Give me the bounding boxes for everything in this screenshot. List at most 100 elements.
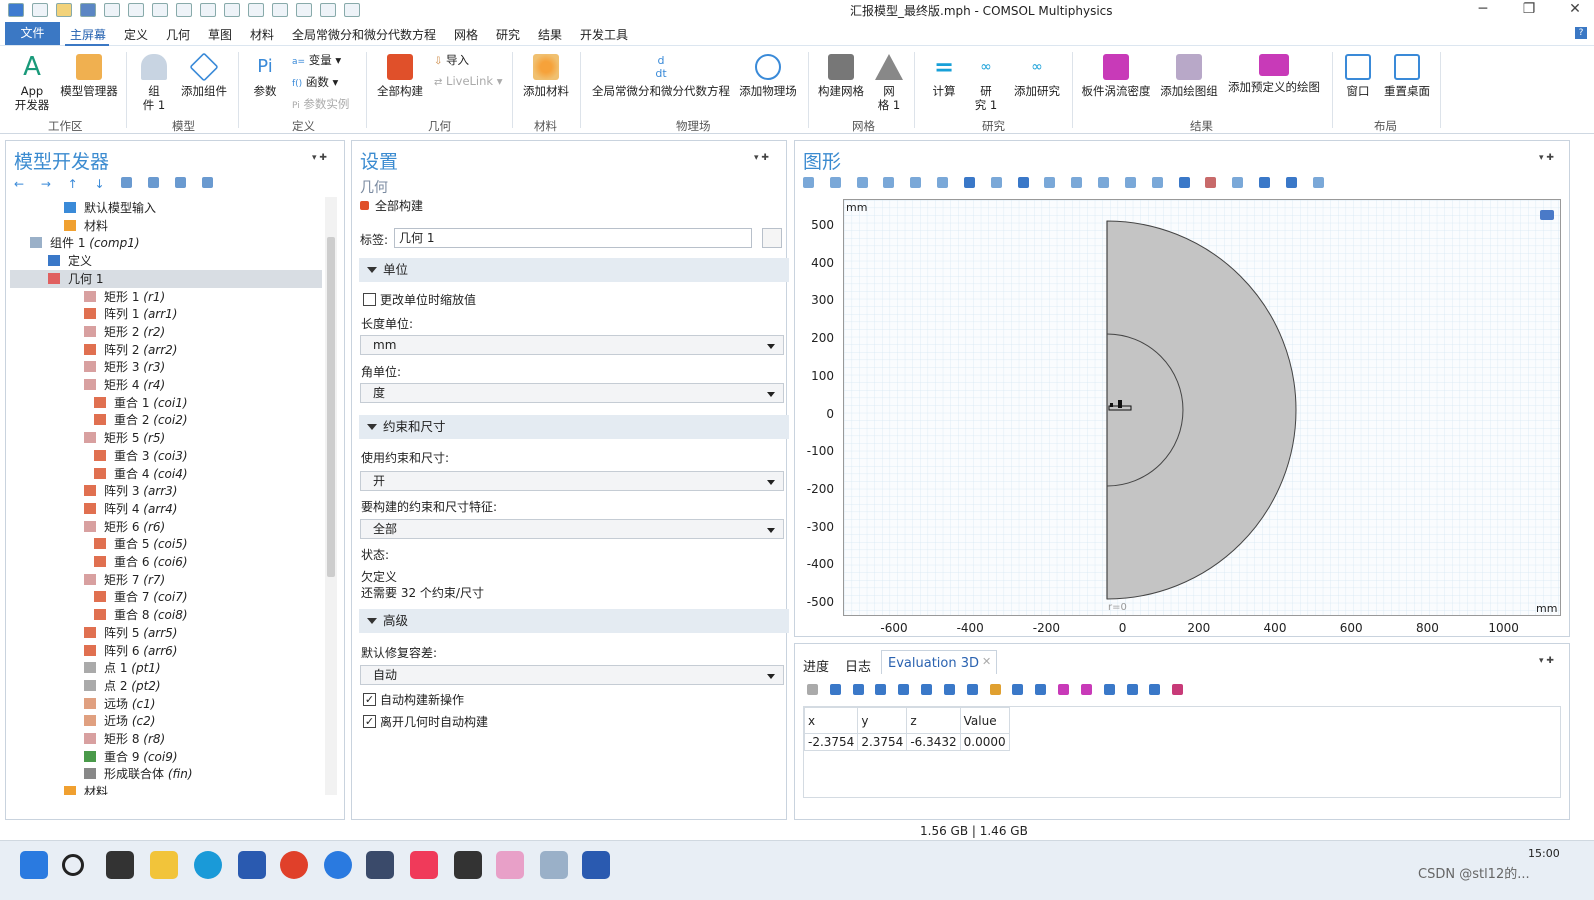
delete-table-icon[interactable]: [1012, 684, 1024, 695]
tree-item[interactable]: 阵列 5 (arr5): [84, 624, 177, 642]
full-table-icon[interactable]: [1149, 684, 1161, 695]
length-unit-select[interactable]: mm: [360, 335, 784, 355]
tree-item[interactable]: 重合 2 (coi2): [94, 411, 188, 429]
label-reset-icon[interactable]: [762, 228, 782, 248]
tree-item[interactable]: 远场 (c1): [84, 695, 155, 713]
back-icon[interactable]: ←: [14, 177, 25, 191]
graphics-canvas[interactable]: mm r=0 mm: [843, 199, 1561, 616]
mesh1-button[interactable]: 网 格 1: [872, 54, 906, 112]
menu-sketch[interactable]: 草图: [208, 26, 232, 43]
tree-item[interactable]: 点 1 (pt1): [84, 659, 161, 677]
duplicate-icon[interactable]: [248, 3, 264, 17]
tab-progress[interactable]: 进度: [803, 656, 829, 675]
tree-scrollbar[interactable]: [325, 197, 337, 795]
menu-home[interactable]: 主屏幕: [70, 26, 106, 43]
tree-item[interactable]: 矩形 1 (r1): [84, 288, 165, 306]
tree-item[interactable]: 重合 5 (coi5): [94, 535, 188, 553]
engineering-icon[interactable]: [898, 684, 910, 695]
save-as-icon[interactable]: [104, 3, 120, 17]
tab-evaluation-3d[interactable]: Evaluation 3D ✕: [881, 650, 997, 674]
model-manager-button[interactable]: 模型管理器: [58, 54, 120, 98]
new-icon[interactable]: [32, 3, 48, 17]
component-button[interactable]: 组 件 1: [136, 54, 172, 112]
delete-icon[interactable]: [272, 3, 288, 17]
tree-item[interactable]: 阵列 2 (arr2): [84, 341, 177, 359]
zy-app-icon[interactable]: [454, 851, 482, 879]
tree-item[interactable]: 矩形 6 (r6): [84, 518, 165, 536]
reset-desktop-button[interactable]: 重置桌面: [1380, 54, 1434, 98]
auto-build-new-checkbox[interactable]: ✓: [363, 693, 376, 706]
view-cube-icon[interactable]: [1540, 210, 1554, 220]
tree-item[interactable]: 重合 8 (coi8): [94, 606, 188, 624]
study-button[interactable]: ∞ 研 究 1: [966, 54, 1006, 112]
select-icon[interactable]: [296, 3, 312, 17]
functions-button[interactable]: f() 函数 ▾: [292, 74, 338, 90]
tree-item[interactable]: 阵列 6 (arr6): [84, 642, 177, 660]
param-instance-button[interactable]: Pi 参数实例: [292, 96, 349, 112]
close-tab-icon[interactable]: ✕: [982, 655, 991, 668]
minimize-button[interactable]: ─: [1460, 0, 1506, 20]
scrollbar-thumb[interactable]: [327, 237, 335, 577]
features-select[interactable]: 全部: [360, 519, 784, 539]
compute-button[interactable]: = 计算: [924, 54, 964, 98]
decimal-icon[interactable]: [921, 684, 933, 695]
use-constraints-select[interactable]: 开: [360, 471, 784, 491]
file-explorer-icon[interactable]: [150, 851, 178, 879]
tree-item[interactable]: 材料: [64, 217, 108, 235]
panel-menu-icon[interactable]: ▾ ✚: [1539, 153, 1554, 163]
select-boundaries-icon[interactable]: [1017, 177, 1029, 188]
add-predefined-plot-button[interactable]: 添加预定义的绘图: [1224, 54, 1324, 94]
forward-icon[interactable]: →: [41, 177, 52, 191]
build-all-button[interactable]: 全部构建: [374, 54, 426, 98]
menu-developer[interactable]: 开发工具: [580, 26, 628, 43]
tree-item[interactable]: 矩形 2 (r2): [84, 323, 165, 341]
advanced-section[interactable]: 高级: [359, 609, 789, 633]
snapshot-icon[interactable]: [1285, 177, 1297, 188]
windows-button[interactable]: 窗口: [1340, 54, 1376, 98]
select-box-icon[interactable]: [1044, 177, 1056, 188]
geometry-plot[interactable]: [844, 200, 1561, 616]
tree-item[interactable]: 重合 3 (coi3): [94, 447, 188, 465]
auto-format-icon[interactable]: [852, 684, 864, 695]
tree-item[interactable]: 重合 6 (coi6): [94, 553, 188, 571]
menu-geometry[interactable]: 几何: [166, 26, 190, 43]
tree-item[interactable]: 阵列 1 (arr1): [84, 305, 177, 323]
livelink-button[interactable]: ⇄ LiveLink ▾: [434, 74, 503, 88]
table-graph-icon[interactable]: [1035, 684, 1047, 695]
add-material-button[interactable]: 添加材料: [520, 54, 572, 98]
app-blue-icon[interactable]: [324, 851, 352, 879]
table-cell[interactable]: 0.0000: [959, 733, 1010, 751]
app-developer-button[interactable]: A App 开发器: [12, 54, 52, 112]
select-objects-icon[interactable]: [963, 177, 975, 188]
tree-item[interactable]: 几何 1: [10, 269, 322, 288]
globe-icon[interactable]: [966, 684, 978, 695]
task-view-icon[interactable]: [106, 851, 134, 879]
tree-item[interactable]: 近场 (c2): [84, 712, 155, 730]
auto-build-leave-checkbox[interactable]: ✓: [363, 715, 376, 728]
grid-toggle-icon[interactable]: [1178, 177, 1190, 188]
edge-icon[interactable]: [194, 851, 222, 879]
add-plot-group-button[interactable]: 添加绘图组: [1156, 54, 1222, 98]
comsol-icon[interactable]: [496, 851, 524, 879]
tab-log[interactable]: 日志: [845, 656, 871, 675]
global-ode-button[interactable]: d dt 全局常微分和微分代数方程: [588, 54, 734, 98]
small-domain[interactable]: [1118, 400, 1122, 408]
tree-item[interactable]: 重合 9 (coi9): [84, 748, 178, 766]
tree-item[interactable]: 组件 1 (comp1): [30, 234, 140, 252]
collapse-icon[interactable]: [174, 177, 186, 188]
hide-icon[interactable]: [1098, 177, 1110, 188]
tree-item[interactable]: 矩形 7 (r7): [84, 571, 165, 589]
table-cell[interactable]: 2.3754: [857, 733, 908, 751]
menu-results[interactable]: 结果: [538, 26, 562, 43]
full-precision-icon[interactable]: [943, 684, 955, 695]
tree-item[interactable]: 矩形 4 (r4): [84, 376, 165, 394]
select-box-icon[interactable]: [320, 3, 336, 17]
label-input[interactable]: 几何 1: [394, 228, 752, 248]
axis-icon[interactable]: [937, 177, 949, 188]
zoom-icon[interactable]: [344, 3, 360, 17]
tree-item[interactable]: 重合 4 (coi4): [94, 465, 188, 483]
file-menu[interactable]: 文件: [5, 22, 60, 45]
tree-item[interactable]: 形成联合体 (fin): [84, 765, 193, 783]
deselect-icon[interactable]: [1071, 177, 1083, 188]
tree-item[interactable]: 点 2 (pt2): [84, 677, 161, 695]
